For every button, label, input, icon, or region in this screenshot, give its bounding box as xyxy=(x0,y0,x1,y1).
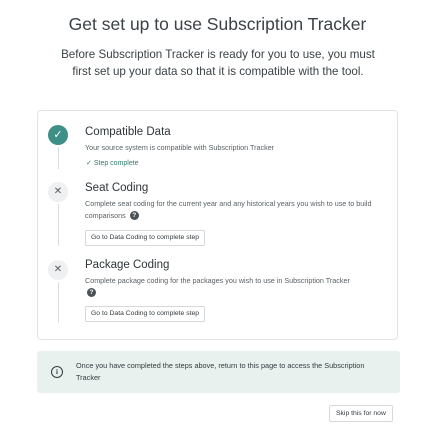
skip-button[interactable]: Skip this for now xyxy=(329,405,393,422)
page-subtitle: Before Subscription Tracker is ready for… xyxy=(61,48,375,78)
help-icon[interactable]: ? xyxy=(129,211,139,221)
info-banner: i Once you have completed the steps abov… xyxy=(37,351,400,393)
small-check-icon: ✓ xyxy=(86,160,92,167)
step-description-text: Complete package coding for the packages… xyxy=(85,276,350,285)
step-complete-status: ✓ Step complete xyxy=(86,159,139,167)
step-description: Complete package coding for the packages… xyxy=(85,275,355,298)
step-connector xyxy=(58,147,59,169)
help-icon[interactable]: ? xyxy=(87,288,96,298)
step-description: Complete seat coding for the current yea… xyxy=(85,198,385,221)
x-icon: ✕ xyxy=(48,260,68,280)
step-complete-label: Step complete xyxy=(93,160,139,167)
info-icon: i xyxy=(51,366,63,378)
step-connector xyxy=(58,204,59,246)
step-title: Seat Coding xyxy=(85,182,149,194)
step-description: Your source system is compatible with Su… xyxy=(85,143,275,152)
setup-steps-card: ✓ Compatible Data Your source system is … xyxy=(37,110,398,340)
step-title: Package Coding xyxy=(85,259,170,271)
step-description-text: Complete seat coding for the current yea… xyxy=(85,199,372,220)
step-connector xyxy=(58,282,59,322)
page-title: Get set up to use Subscription Tracker xyxy=(68,14,367,34)
go-to-data-coding-button[interactable]: Go to Data Coding to complete step xyxy=(85,230,206,246)
check-icon: ✓ xyxy=(48,125,68,145)
go-to-data-coding-button[interactable]: Go to Data Coding to complete step xyxy=(85,306,206,322)
x-icon: ✕ xyxy=(48,182,68,202)
info-text: Once you have completed the steps above,… xyxy=(76,361,365,382)
step-title: Compatible Data xyxy=(85,126,171,138)
